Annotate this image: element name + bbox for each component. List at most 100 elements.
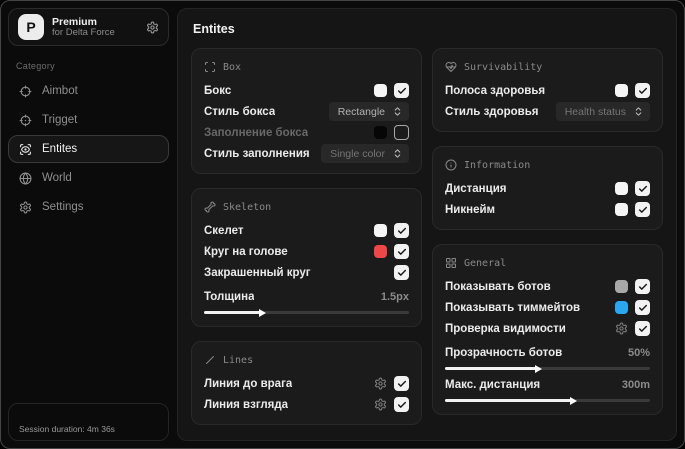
checkbox-Круг на голове[interactable]: [394, 244, 409, 259]
checkbox-Бокс[interactable]: [394, 83, 409, 98]
card-header-lines: Lines: [204, 350, 409, 370]
brand-logo: P: [18, 14, 44, 40]
setting-label: Полоса здоровья: [445, 84, 546, 97]
chevrons-up-down-icon: [392, 148, 403, 159]
card-title: Box: [223, 61, 242, 73]
sidebar-item-trigget[interactable]: Trigget: [8, 106, 169, 134]
sidebar-item-label: Aimbot: [42, 85, 78, 97]
gear-icon[interactable]: [146, 21, 159, 34]
brand-title: Premium: [52, 15, 97, 28]
setting-controls: Single color: [321, 144, 409, 163]
setting-row: Стиль заполнения Single color: [204, 143, 409, 164]
setting-row: Линия взгляда: [204, 394, 409, 415]
dropdown-value: Single color: [330, 147, 385, 160]
color-swatch[interactable]: [374, 245, 387, 258]
sidebar-item-settings[interactable]: Settings: [8, 193, 169, 221]
setting-controls: [374, 244, 409, 259]
checkbox-Линия взгляда[interactable]: [394, 397, 409, 412]
gear-icon[interactable]: [374, 398, 387, 411]
setting-row: Бокс: [204, 80, 409, 101]
setting-row: Стиль здоровья Health status: [445, 101, 650, 122]
checkbox-Показывать ботов[interactable]: [635, 279, 650, 294]
sidebar-item-entites[interactable]: Entites: [8, 135, 169, 163]
slider-value: 1.5px: [380, 290, 409, 303]
setting-label: Стиль бокса: [204, 105, 276, 118]
setting-controls: [374, 125, 409, 140]
setting-row: Полоса здоровья: [445, 80, 650, 101]
color-swatch[interactable]: [374, 126, 387, 139]
checkbox-Показывать тиммейтов[interactable]: [635, 300, 650, 315]
scan-box-icon: [204, 61, 216, 73]
card-lines: Lines Линия до врага Линия взгляда: [191, 341, 422, 425]
card-header-box: Box: [204, 57, 409, 77]
card-general: General Показывать ботов Показывать тиммей…: [432, 244, 663, 415]
checkbox-Полоса здоровья[interactable]: [635, 83, 650, 98]
color-swatch[interactable]: [615, 182, 628, 195]
setting-row: Дистанция: [445, 178, 650, 199]
setting-label: Показывать тиммейтов: [445, 301, 581, 314]
slider-header: Макс. дистанция 300m: [445, 376, 650, 393]
slider-track[interactable]: [204, 308, 409, 317]
gear-icon[interactable]: [615, 322, 628, 335]
slider-label: Толщина: [204, 290, 255, 303]
setting-controls: [394, 265, 409, 280]
setting-label: Закрашенный круг: [204, 266, 311, 279]
setting-controls: [615, 300, 650, 315]
color-swatch[interactable]: [374, 224, 387, 237]
slider-thumb[interactable]: [570, 396, 578, 405]
slider-track[interactable]: [445, 396, 650, 405]
color-swatch[interactable]: [615, 301, 628, 314]
card-skeleton: Skeleton Скелет Круг на голове Закрашенный …: [191, 188, 422, 327]
color-swatch[interactable]: [615, 280, 628, 293]
brand-card: P Premium for Delta Force: [8, 8, 169, 46]
slider-fill: [445, 367, 538, 370]
slider-thumb[interactable]: [259, 308, 267, 317]
page-title: Entites: [193, 22, 235, 36]
slider-value: 50%: [627, 346, 650, 359]
slider-Макс. дистанция: Макс. дистанция 300m: [445, 373, 650, 405]
setting-label: Бокс: [204, 84, 232, 97]
slider-Прозрачность ботов: Прозрачность ботов 50%: [445, 341, 650, 373]
sidebar-item-aimbot[interactable]: Aimbot: [8, 77, 169, 105]
trigger-crosshair-icon: [19, 114, 32, 127]
checkbox-Линия до врага[interactable]: [394, 376, 409, 391]
line-icon: [204, 354, 216, 366]
dropdown-Стиль здоровья[interactable]: Health status: [555, 102, 650, 121]
sidebar-item-label: Settings: [42, 201, 84, 213]
color-swatch[interactable]: [374, 84, 387, 97]
slider-track[interactable]: [445, 364, 650, 373]
setting-row: Скелет: [204, 220, 409, 241]
card-survivability: Survivability Полоса здоровья Стиль здоров…: [432, 48, 663, 132]
color-swatch[interactable]: [615, 203, 628, 216]
dropdown-value: Health status: [564, 105, 626, 118]
card-header-information: Information: [445, 155, 650, 175]
setting-row: Линия до врага: [204, 373, 409, 394]
sidebar-item-world[interactable]: World: [8, 164, 169, 192]
session-duration-label: Session duration: 4m 36s: [19, 424, 115, 434]
setting-row: Круг на голове: [204, 241, 409, 262]
color-swatch[interactable]: [615, 84, 628, 97]
setting-controls: Rectangle: [328, 102, 409, 121]
slider-fill: [204, 311, 262, 314]
checkbox-Проверка видимости[interactable]: [635, 321, 650, 336]
card-title: Skeleton: [223, 201, 272, 213]
brand-text: Premium for Delta Force: [52, 16, 138, 39]
slider-thumb[interactable]: [535, 364, 543, 373]
setting-controls: [374, 83, 409, 98]
checkbox-Дистанция[interactable]: [635, 181, 650, 196]
dropdown-Стиль бокса[interactable]: Rectangle: [328, 102, 409, 121]
checkbox-Закрашенный круг[interactable]: [394, 265, 409, 280]
setting-row: Показывать ботов: [445, 276, 650, 297]
scan-eye-icon: [19, 143, 32, 156]
setting-label: Линия до врага: [204, 377, 293, 390]
checkbox-Скелет[interactable]: [394, 223, 409, 238]
slider-header: Толщина 1.5px: [204, 288, 409, 305]
gear-icon[interactable]: [374, 377, 387, 390]
chevrons-up-down-icon: [633, 106, 644, 117]
setting-label: Линия взгляда: [204, 398, 289, 411]
slider-header: Прозрачность ботов 50%: [445, 344, 650, 361]
checkbox-Никнейм[interactable]: [635, 202, 650, 217]
checkbox-Заполнение бокса[interactable]: [394, 125, 409, 140]
card-information: Information Дистанция Никнейм: [432, 146, 663, 230]
dropdown-Стиль заполнения[interactable]: Single color: [321, 144, 409, 163]
